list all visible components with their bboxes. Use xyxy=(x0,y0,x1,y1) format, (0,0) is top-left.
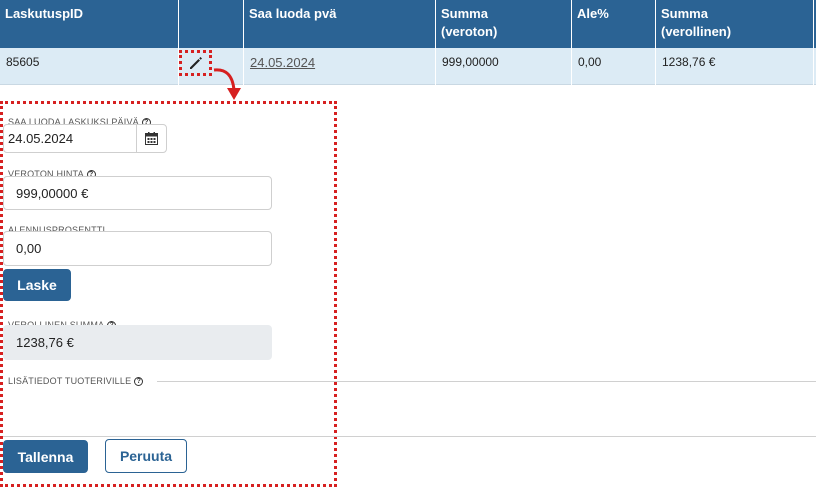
col-header-label: LaskutuspID xyxy=(5,6,84,21)
calendar-icon xyxy=(145,132,158,145)
col-header-sublabel: (veroton) xyxy=(441,24,498,39)
col-header-discount[interactable]: Ale% xyxy=(572,0,656,48)
extra-info-label: LISÄTIEDOT TUOTERIVILLE ? xyxy=(8,376,144,386)
col-header-sublabel: (verollinen) xyxy=(661,24,732,39)
col-header-label: Saa luoda pvä xyxy=(249,6,337,21)
edit-button[interactable] xyxy=(179,50,212,76)
cell-sum-gross: 1238,76 € xyxy=(656,48,814,85)
calendar-button[interactable] xyxy=(136,124,167,153)
extra-info-label-text: LISÄTIEDOT TUOTERIVILLE xyxy=(8,376,132,386)
help-icon[interactable]: ? xyxy=(134,376,144,386)
extra-info-bottom-border xyxy=(3,436,816,437)
extra-info-top-border xyxy=(157,381,816,382)
annotation-arrow-icon xyxy=(213,68,241,100)
cell-date: 24.05.2024 xyxy=(244,48,436,85)
col-header-label: Summa xyxy=(441,6,488,21)
date-input[interactable]: 24.05.2024 xyxy=(3,124,137,153)
cell-invoice-id: 85605 xyxy=(0,48,179,85)
save-button[interactable]: Tallenna xyxy=(3,440,88,473)
col-header-label: Summa xyxy=(661,6,708,21)
col-header-date[interactable]: Saa luoda pvä xyxy=(244,0,436,48)
cell-sum-net: 999,00000 xyxy=(436,48,572,85)
extra-info-textarea[interactable] xyxy=(3,386,333,434)
gross-sum-output: 1238,76 € xyxy=(3,325,272,360)
col-header-invoice-id[interactable]: LaskutuspID xyxy=(0,0,179,48)
cancel-button[interactable]: Peruuta xyxy=(105,439,187,473)
col-header-sum-net[interactable]: Summa (veroton) xyxy=(436,0,572,48)
calculate-button[interactable]: Laske xyxy=(3,269,71,301)
date-link[interactable]: 24.05.2024 xyxy=(250,55,315,70)
net-price-input[interactable]: 999,00000 € xyxy=(3,176,272,210)
discount-input[interactable]: 0,00 xyxy=(3,231,272,266)
col-header-sum-gross[interactable]: Summa (verollinen) xyxy=(656,0,814,48)
col-header-edit xyxy=(179,0,244,48)
table-header: LaskutuspID Saa luoda pvä Summa (veroton… xyxy=(0,0,816,48)
table-row[interactable]: 85605 24.05.2024 999,00000 0,00 1238,76 … xyxy=(0,48,816,85)
cell-discount: 0,00 xyxy=(572,48,656,85)
col-header-label: Ale% xyxy=(577,6,609,21)
pencil-icon xyxy=(189,57,202,69)
